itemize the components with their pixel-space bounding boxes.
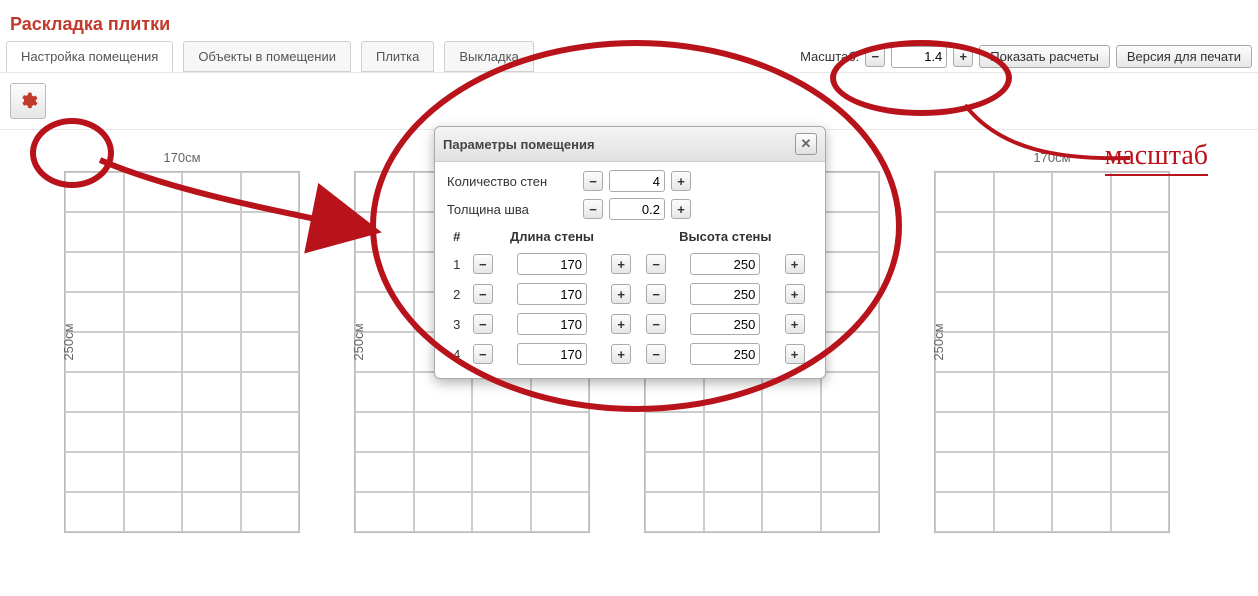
wall-length-input[interactable] [517,313,587,335]
len-minus-button[interactable]: − [473,344,493,364]
tab-room-setup[interactable]: Настройка помещения [6,41,173,72]
dialog-close-button[interactable]: ✕ [795,133,817,155]
scale-plus-button[interactable]: + [953,47,973,67]
len-plus-button[interactable]: + [611,344,631,364]
h-plus-button[interactable]: + [785,254,805,274]
annotation-text: масштаб [1105,140,1208,176]
tab-layout[interactable]: Выкладка [444,41,533,72]
col-length: Длина стены [466,228,637,248]
row-num: 2 [449,280,464,308]
print-button[interactable]: Версия для печати [1116,45,1252,68]
walls-count-label: Количество стен [447,174,577,189]
wall-length-input[interactable] [517,283,587,305]
row-num: 3 [449,310,464,338]
len-minus-button[interactable]: − [473,254,493,274]
wall-length-input[interactable] [517,253,587,275]
row-num: 4 [449,340,464,368]
scale-input[interactable] [891,46,947,68]
col-num: # [449,228,464,248]
gear-icon [18,91,38,111]
wall-height-label: 250см [351,323,366,360]
tab-tile[interactable]: Плитка [361,41,434,72]
dialog-title: Параметры помещения [443,137,595,152]
wall-height-label: 250см [931,323,946,360]
len-plus-button[interactable]: + [611,284,631,304]
wall-panel: 250см 170см [64,150,300,533]
col-height: Высота стены [640,228,811,248]
scale-minus-button[interactable]: − [865,47,885,67]
seam-plus-button[interactable]: + [671,199,691,219]
wall-panel: 250см 170см [934,150,1170,533]
len-plus-button[interactable]: + [611,254,631,274]
walls-minus-button[interactable]: − [583,171,603,191]
seam-minus-button[interactable]: − [583,199,603,219]
room-params-dialog[interactable]: Параметры помещения ✕ Количество стен − … [434,126,826,379]
seam-input[interactable] [609,198,665,220]
wall-height-input[interactable] [690,313,760,335]
main-tabs: Настройка помещения Объекты в помещении … [6,41,534,72]
h-plus-button[interactable]: + [785,284,805,304]
wall-height-input[interactable] [690,253,760,275]
h-minus-button[interactable]: − [646,254,666,274]
tab-objects[interactable]: Объекты в помещении [183,41,351,72]
h-plus-button[interactable]: + [785,344,805,364]
h-minus-button[interactable]: − [646,344,666,364]
close-icon: ✕ [801,136,812,152]
table-row: 4 − + − + [449,340,811,368]
wall-width-label: 170см [64,150,300,171]
wall-height-label: 250см [61,323,76,360]
table-row: 1 − + − + [449,250,811,278]
len-plus-button[interactable]: + [611,314,631,334]
scale-label: Масштаб: [800,49,859,64]
settings-button[interactable] [10,83,46,119]
wall-height-input[interactable] [690,283,760,305]
walls-plus-button[interactable]: + [671,171,691,191]
wall-height-input[interactable] [690,343,760,365]
wall-length-input[interactable] [517,343,587,365]
table-row: 3 − + − + [449,310,811,338]
h-plus-button[interactable]: + [785,314,805,334]
h-minus-button[interactable]: − [646,284,666,304]
page-title: Раскладка плитки [0,0,1258,41]
table-row: 2 − + − + [449,280,811,308]
walls-count-input[interactable] [609,170,665,192]
h-minus-button[interactable]: − [646,314,666,334]
row-num: 1 [449,250,464,278]
len-minus-button[interactable]: − [473,314,493,334]
show-calc-button[interactable]: Показать расчеты [979,45,1110,68]
seam-label: Толщина шва [447,202,577,217]
len-minus-button[interactable]: − [473,284,493,304]
